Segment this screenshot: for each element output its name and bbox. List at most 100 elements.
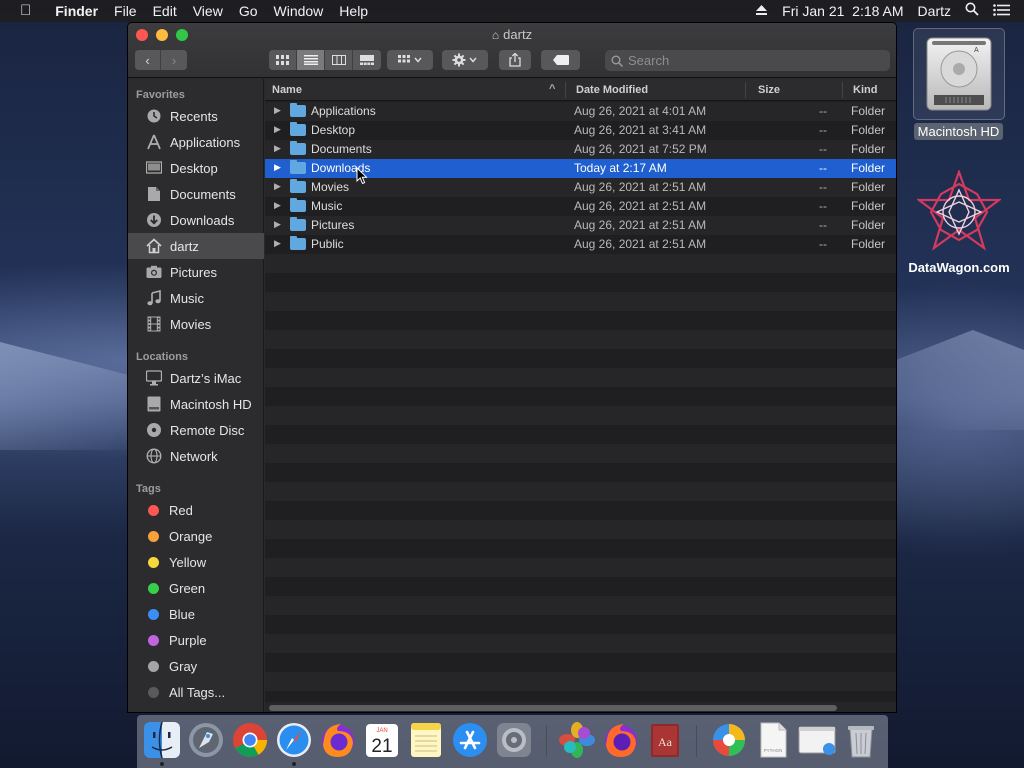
system-preferences-icon[interactable] bbox=[495, 721, 533, 759]
menu-app-name[interactable]: Finder bbox=[47, 0, 106, 22]
sidebar-item-tag-yellow[interactable]: Yellow bbox=[128, 549, 264, 575]
sidebar-item-label: Green bbox=[169, 580, 206, 596]
safari-icon[interactable] bbox=[275, 721, 313, 759]
dictionary-icon[interactable]: Aa bbox=[646, 721, 684, 759]
sidebar-item-tag-orange[interactable]: Orange bbox=[128, 523, 264, 549]
sidebar-item-music[interactable]: Music bbox=[128, 285, 264, 311]
preview-icon[interactable] bbox=[798, 721, 836, 759]
app-store-icon[interactable] bbox=[451, 721, 489, 759]
forward-button[interactable]: › bbox=[161, 50, 187, 70]
calendar-icon[interactable]: JAN 21 bbox=[363, 721, 401, 759]
action-button[interactable] bbox=[442, 50, 488, 70]
scrollbar-thumb[interactable] bbox=[269, 705, 837, 711]
disclosure-triangle-icon[interactable]: ▶ bbox=[274, 200, 281, 211]
share-menu bbox=[499, 50, 531, 70]
disclosure-triangle-icon[interactable]: ▶ bbox=[274, 143, 281, 154]
column-header-name[interactable]: Name bbox=[272, 84, 302, 96]
sidebar-item-documents[interactable]: Documents bbox=[128, 181, 264, 207]
color-picker-icon[interactable] bbox=[710, 721, 748, 759]
sidebar-item-tag-purple[interactable]: Purple bbox=[128, 627, 264, 653]
menu-file[interactable]: File bbox=[106, 0, 145, 22]
column-header-size[interactable]: Size bbox=[758, 84, 780, 96]
disclosure-triangle-icon[interactable]: ▶ bbox=[274, 238, 281, 249]
share-button[interactable] bbox=[499, 50, 531, 70]
photos-icon[interactable] bbox=[558, 721, 596, 759]
file-row[interactable]: ▶ Applications Aug 26, 2021 at 4:01 AM -- Fo… bbox=[265, 102, 896, 121]
arrange-button[interactable] bbox=[387, 50, 433, 70]
desktop-icon-macintosh-hd[interactable]: A Macintosh HD bbox=[911, 28, 1006, 140]
finder-icon[interactable] bbox=[143, 721, 181, 759]
file-row[interactable]: ▶ Music Aug 26, 2021 at 2:51 AM -- Folder bbox=[265, 197, 896, 216]
row-stripe bbox=[265, 539, 896, 558]
sidebar-item-tag-blue[interactable]: Blue bbox=[128, 601, 264, 627]
search-field[interactable] bbox=[605, 50, 890, 71]
sidebar-heading-favorites: Favorites bbox=[136, 89, 185, 101]
apple-menu-icon[interactable]:  bbox=[0, 0, 47, 22]
disclosure-triangle-icon[interactable]: ▶ bbox=[274, 124, 281, 135]
back-button[interactable]: ‹ bbox=[135, 50, 161, 70]
chrome-icon[interactable] bbox=[231, 721, 269, 759]
sidebar-item-dartz[interactable]: dartz bbox=[128, 233, 264, 259]
menu-user[interactable]: Dartz bbox=[911, 0, 958, 22]
list-view-button[interactable] bbox=[297, 50, 325, 70]
search-input[interactable] bbox=[628, 53, 868, 68]
sidebar-item-desktop[interactable]: Desktop bbox=[128, 155, 264, 181]
icon-view-button[interactable] bbox=[269, 50, 297, 70]
row-stripe bbox=[265, 368, 896, 387]
notes-icon[interactable] bbox=[407, 721, 445, 759]
launchpad-icon[interactable] bbox=[187, 721, 225, 759]
wallpaper-dune bbox=[896, 330, 1024, 430]
firefox-alt-icon[interactable] bbox=[602, 721, 640, 759]
sidebar-item-tag-green[interactable]: Green bbox=[128, 575, 264, 601]
sidebar-item-imac[interactable]: Dartz’s iMac bbox=[128, 365, 264, 391]
sidebar-item-macintosh-hd[interactable]: Macintosh HD bbox=[128, 391, 264, 417]
row-stripe bbox=[265, 501, 896, 520]
menu-edit[interactable]: Edit bbox=[145, 0, 185, 22]
tag-menu bbox=[541, 50, 580, 70]
disclosure-triangle-icon[interactable]: ▶ bbox=[274, 181, 281, 192]
sidebar-item-recents[interactable]: Recents bbox=[128, 103, 264, 129]
desktop-icon-datawagon[interactable]: DataWagon.com bbox=[898, 170, 1020, 275]
file-row[interactable]: ▶ Documents Aug 26, 2021 at 7:52 PM -- Folde… bbox=[265, 140, 896, 159]
sidebar-item-downloads[interactable]: Downloads bbox=[128, 207, 264, 233]
menu-view[interactable]: View bbox=[185, 0, 231, 22]
menu-go[interactable]: Go bbox=[231, 0, 266, 22]
disclosure-triangle-icon[interactable]: ▶ bbox=[274, 219, 281, 230]
sidebar-item-network[interactable]: Network bbox=[128, 443, 264, 469]
python-file-icon[interactable]: PYTHON bbox=[754, 721, 792, 759]
spotlight-search-icon[interactable] bbox=[958, 0, 986, 22]
eject-icon[interactable] bbox=[748, 0, 775, 22]
sidebar-item-tag-red[interactable]: Red bbox=[128, 497, 264, 523]
disclosure-triangle-icon[interactable]: ▶ bbox=[274, 105, 281, 116]
file-row[interactable]: ▶ Pictures Aug 26, 2021 at 2:51 AM -- Folder bbox=[265, 216, 896, 235]
disclosure-triangle-icon[interactable]: ▶ bbox=[274, 162, 281, 173]
row-stripe bbox=[265, 292, 896, 311]
trash-icon[interactable] bbox=[842, 721, 880, 759]
menu-window[interactable]: Window bbox=[266, 0, 332, 22]
sidebar-item-tag-gray[interactable]: Gray bbox=[128, 653, 264, 679]
column-divider[interactable] bbox=[745, 82, 746, 98]
firefox-icon[interactable] bbox=[319, 721, 357, 759]
column-divider[interactable] bbox=[565, 82, 566, 98]
column-view-button[interactable] bbox=[325, 50, 353, 70]
sidebar-item-applications[interactable]: Applications bbox=[128, 129, 264, 155]
file-date-modified: Aug 26, 2021 at 3:41 AM bbox=[574, 123, 707, 137]
sort-ascending-icon[interactable]: ^ bbox=[549, 83, 555, 95]
column-header-date[interactable]: Date Modified bbox=[576, 84, 648, 96]
sidebar-item-tag-all-tags[interactable]: All Tags... bbox=[128, 679, 264, 705]
file-row[interactable]: ▶ Public Aug 26, 2021 at 2:51 AM -- Folder bbox=[265, 235, 896, 254]
edit-tags-button[interactable] bbox=[541, 50, 580, 70]
menu-clock[interactable]: Fri Jan 21 2:18 AM bbox=[775, 0, 910, 22]
column-divider[interactable] bbox=[842, 82, 843, 98]
sidebar-item-remote-disc[interactable]: Remote Disc bbox=[128, 417, 264, 443]
menu-help[interactable]: Help bbox=[331, 0, 376, 22]
horizontal-scrollbar[interactable] bbox=[265, 702, 896, 712]
column-header-kind[interactable]: Kind bbox=[853, 84, 877, 96]
sidebar-item-pictures[interactable]: Pictures bbox=[128, 259, 264, 285]
share-icon bbox=[509, 53, 521, 67]
file-row[interactable]: ▶ Desktop Aug 26, 2021 at 3:41 AM -- Folder bbox=[265, 121, 896, 140]
sidebar-item-label: Applications bbox=[170, 134, 241, 150]
notification-center-icon[interactable] bbox=[986, 0, 1024, 22]
sidebar-item-movies[interactable]: Movies bbox=[128, 311, 264, 337]
gallery-view-button[interactable] bbox=[353, 50, 381, 70]
